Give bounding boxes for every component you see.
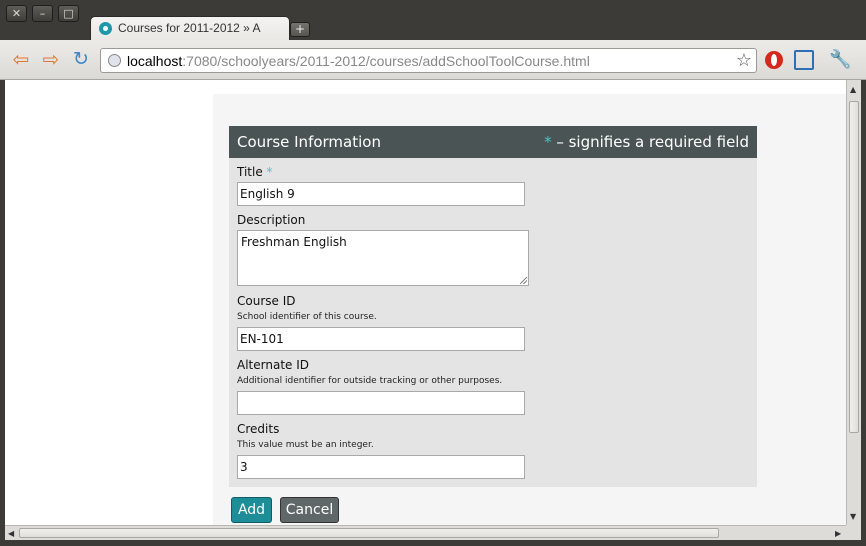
course-id-label: Course ID bbox=[237, 294, 296, 308]
url-path: :7080/schoolyears/2011-2012/courses/addS… bbox=[182, 53, 590, 69]
legend-title: Course Information bbox=[237, 133, 381, 151]
url-text: localhost:7080/schoolyears/2011-2012/cou… bbox=[127, 53, 590, 69]
schooltool-favicon-icon bbox=[99, 22, 112, 35]
course-id-hint: School identifier of this course. bbox=[237, 312, 377, 322]
credits-input[interactable]: 3 bbox=[237, 455, 525, 479]
wrench-menu-icon[interactable]: 🔧 bbox=[829, 50, 851, 70]
scrollbar-corner bbox=[846, 525, 861, 540]
address-bar[interactable]: localhost:7080/schoolyears/2011-2012/cou… bbox=[100, 48, 757, 73]
required-field-note: * – signifies a required field bbox=[544, 133, 749, 151]
tab-title: Courses for 2011-2012 » A bbox=[118, 21, 261, 35]
url-host: localhost bbox=[127, 53, 183, 69]
scroll-right-arrow-icon[interactable]: ▶ bbox=[835, 529, 841, 538]
new-tab-button[interactable]: + bbox=[290, 22, 310, 37]
alternate-id-hint: Additional identifier for outside tracki… bbox=[237, 376, 503, 386]
globe-icon bbox=[108, 54, 121, 67]
bookmark-star-icon[interactable]: ☆ bbox=[736, 50, 752, 71]
scroll-up-arrow-icon[interactable]: ▲ bbox=[850, 85, 856, 94]
maximize-window-button[interactable]: □ bbox=[58, 5, 79, 22]
cancel-button[interactable]: Cancel bbox=[280, 497, 339, 523]
reload-button[interactable]: ↻ bbox=[70, 49, 92, 71]
description-label: Description bbox=[237, 213, 306, 227]
back-button[interactable]: ⇦ bbox=[10, 49, 32, 71]
browser-window: ✕ – □ Courses for 2011-2012 » A + ⇦ ⇨ ↻ … bbox=[0, 0, 866, 546]
course-form-fieldset bbox=[229, 126, 757, 487]
course-id-input[interactable]: EN-101 bbox=[237, 327, 525, 351]
title-required-asterisk: * bbox=[266, 165, 273, 179]
credits-label: Credits bbox=[237, 422, 280, 436]
page-viewport: Course Information * – signifies a requi… bbox=[5, 80, 846, 525]
credits-hint: This value must be an integer. bbox=[237, 440, 374, 450]
resize-handle-icon[interactable] bbox=[520, 277, 527, 284]
form-legend: Course Information * – signifies a requi… bbox=[229, 126, 757, 158]
title-label: Title * bbox=[237, 165, 273, 179]
description-value: Freshman English bbox=[241, 235, 347, 249]
fullscreen-icon[interactable] bbox=[794, 50, 814, 70]
alternate-id-label: Alternate ID bbox=[237, 358, 309, 372]
title-input[interactable]: English 9 bbox=[237, 182, 525, 206]
horizontal-scroll-thumb[interactable] bbox=[19, 528, 719, 538]
close-window-button[interactable]: ✕ bbox=[6, 5, 27, 22]
title-label-text: Title bbox=[237, 165, 263, 179]
description-textarea[interactable]: Freshman English bbox=[237, 230, 529, 286]
horizontal-scrollbar[interactable]: ◀ ▶ bbox=[5, 525, 846, 540]
alternate-id-input[interactable] bbox=[237, 391, 525, 415]
browser-toolbar: ⇦ ⇨ ↻ localhost:7080/schoolyears/2011-20… bbox=[0, 40, 866, 80]
forward-button[interactable]: ⇨ bbox=[40, 49, 62, 71]
scroll-left-arrow-icon[interactable]: ◀ bbox=[8, 529, 14, 538]
browser-tab[interactable]: Courses for 2011-2012 » A bbox=[90, 16, 290, 40]
vertical-scroll-thumb[interactable] bbox=[849, 101, 859, 433]
scroll-down-arrow-icon[interactable]: ▼ bbox=[850, 512, 856, 521]
vertical-scrollbar[interactable]: ▲ ▼ bbox=[846, 80, 861, 525]
add-button[interactable]: Add bbox=[231, 497, 272, 523]
minimize-window-button[interactable]: – bbox=[32, 5, 53, 22]
required-note-text: – signifies a required field bbox=[551, 133, 749, 151]
tab-strip: ✕ – □ Courses for 2011-2012 » A + bbox=[0, 0, 866, 40]
opera-extension-icon[interactable] bbox=[764, 50, 784, 70]
required-asterisk: * bbox=[544, 133, 552, 151]
